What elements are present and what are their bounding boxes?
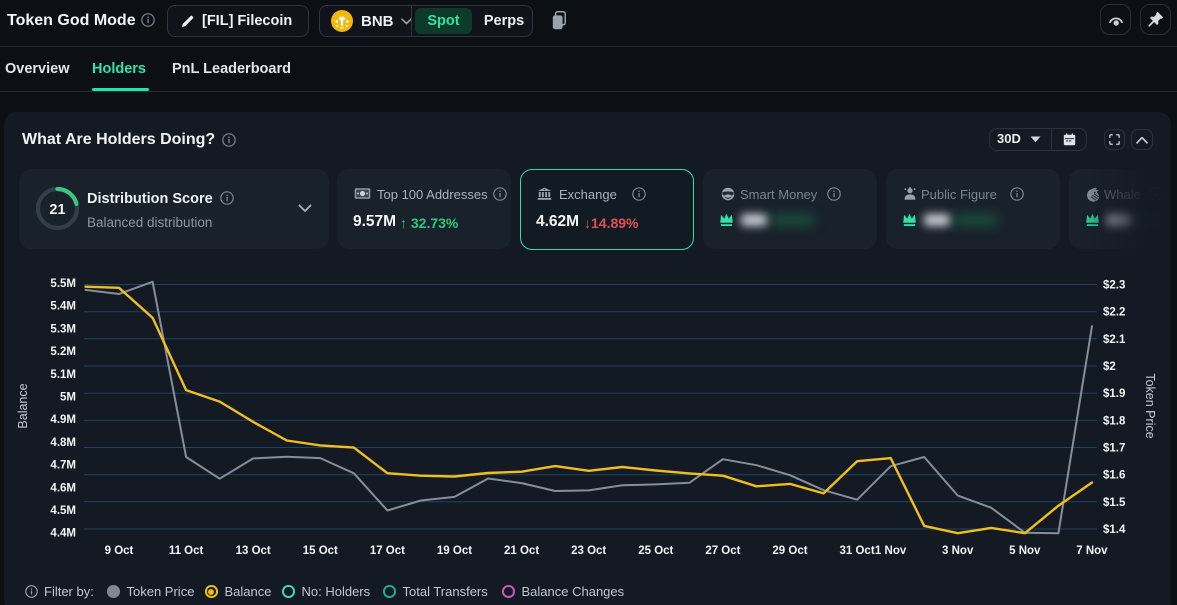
svg-text:$1.9: $1.9: [1103, 388, 1125, 400]
svg-text:21 Oct: 21 Oct: [504, 545, 539, 557]
svg-text:5.1M: 5.1M: [50, 369, 76, 381]
svg-text:$1.6: $1.6: [1103, 470, 1125, 482]
svg-text:11 Oct: 11 Oct: [169, 545, 204, 557]
svg-text:1 Nov: 1 Nov: [875, 545, 907, 557]
svg-text:5.5M: 5.5M: [50, 278, 76, 290]
svg-text:$1.4: $1.4: [1103, 524, 1126, 536]
svg-text:15 Oct: 15 Oct: [303, 545, 338, 557]
svg-text:5M: 5M: [60, 392, 76, 404]
svg-text:29 Oct: 29 Oct: [772, 545, 807, 557]
svg-text:$1.5: $1.5: [1103, 497, 1126, 509]
svg-text:Token Price: Token Price: [1143, 373, 1157, 438]
svg-text:4.7M: 4.7M: [50, 460, 76, 472]
svg-text:$2.2: $2.2: [1103, 307, 1125, 319]
svg-text:9 Oct: 9 Oct: [105, 545, 134, 557]
svg-text:7 Nov: 7 Nov: [1076, 545, 1108, 557]
svg-text:19 Oct: 19 Oct: [437, 545, 472, 557]
svg-text:$2.1: $2.1: [1103, 334, 1126, 346]
svg-text:23 Oct: 23 Oct: [571, 545, 606, 557]
svg-text:5.4M: 5.4M: [50, 301, 76, 313]
svg-text:Balance: Balance: [16, 383, 30, 428]
svg-text:17 Oct: 17 Oct: [370, 545, 405, 557]
svg-text:5 Nov: 5 Nov: [1009, 545, 1041, 557]
svg-text:5.3M: 5.3M: [50, 323, 76, 335]
svg-text:5.2M: 5.2M: [50, 346, 76, 358]
svg-text:25 Oct: 25 Oct: [638, 545, 673, 557]
svg-text:$2.3: $2.3: [1103, 280, 1125, 292]
svg-text:4.5M: 4.5M: [50, 505, 76, 517]
svg-text:31 Oct: 31 Oct: [840, 545, 875, 557]
svg-text:$1.7: $1.7: [1103, 443, 1125, 455]
svg-text:$2: $2: [1103, 361, 1116, 373]
svg-text:3 Nov: 3 Nov: [942, 545, 974, 557]
svg-text:4.8M: 4.8M: [50, 437, 76, 449]
svg-text:13 Oct: 13 Oct: [236, 545, 271, 557]
svg-text:4.9M: 4.9M: [50, 414, 76, 426]
svg-text:4.4M: 4.4M: [50, 528, 76, 540]
svg-text:$1.8: $1.8: [1103, 415, 1126, 427]
svg-text:4.6M: 4.6M: [50, 482, 76, 494]
svg-text:27 Oct: 27 Oct: [705, 545, 740, 557]
